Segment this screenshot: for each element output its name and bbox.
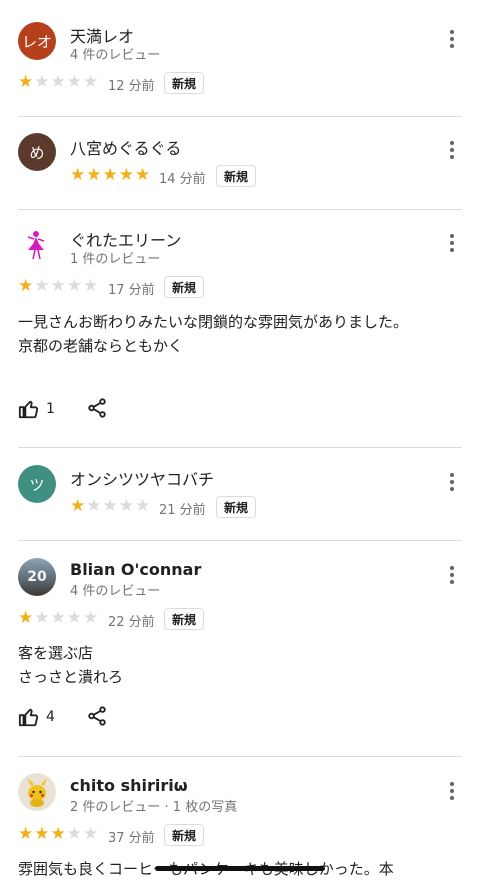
star-icon: ★ (70, 496, 86, 516)
home-indicator[interactable] (155, 866, 325, 871)
star-icon: ★ (118, 496, 134, 516)
divider (18, 209, 462, 210)
review-time: 37 分前 (108, 831, 155, 846)
star-icon: ★ (83, 276, 99, 296)
more-vert-icon[interactable] (440, 229, 464, 257)
divider (18, 447, 462, 448)
reviewer-name[interactable]: 八宮めぐるぐる (70, 135, 181, 159)
reviewer-review-count: 2 件のレビュー · 1 枚の写真 (70, 800, 238, 815)
star-rating: ★ ★ ★ ★ ★ (70, 498, 150, 515)
like-button[interactable]: 1 (18, 398, 55, 420)
reviewer-name[interactable]: Blian O'connar (70, 560, 201, 579)
more-vert-icon[interactable] (440, 561, 464, 589)
star-icon: ★ (86, 496, 102, 516)
more-vert-icon[interactable] (440, 136, 464, 164)
more-vert-icon[interactable] (440, 25, 464, 53)
new-badge: 新規 (164, 608, 205, 630)
star-icon: ★ (34, 72, 50, 92)
star-icon: ★ (83, 608, 99, 628)
star-icon: ★ (18, 608, 34, 628)
new-badge: 新規 (216, 496, 257, 518)
star-icon: ★ (118, 165, 134, 185)
reviewer-name[interactable]: chito shiririω (70, 776, 188, 795)
thumb-up-icon (18, 708, 39, 727)
review-time: 14 分前 (159, 172, 206, 187)
new-badge: 新規 (164, 72, 205, 94)
star-icon: ★ (34, 824, 50, 844)
like-count: 1 (46, 401, 55, 417)
thumb-up-icon (18, 400, 39, 419)
like-button[interactable]: 4 (18, 706, 55, 728)
star-rating: ★ ★ ★ ★ ★ (18, 74, 98, 91)
divider (18, 540, 462, 541)
avatar[interactable] (18, 226, 56, 264)
avatar[interactable]: ツ (18, 465, 56, 503)
new-badge: 新規 (164, 824, 205, 846)
review-time: 17 分前 (108, 283, 155, 298)
star-icon: ★ (50, 608, 66, 628)
avatar[interactable]: レオ (18, 22, 56, 60)
star-icon: ★ (135, 496, 151, 516)
review-time: 21 分前 (159, 503, 206, 518)
star-icon: ★ (83, 72, 99, 92)
new-badge: 新規 (216, 165, 257, 187)
star-icon: ★ (50, 72, 66, 92)
star-icon: ★ (18, 72, 34, 92)
star-rating: ★ ★ ★ ★ ★ (70, 167, 150, 184)
star-icon: ★ (66, 608, 82, 628)
star-icon: ★ (135, 165, 151, 185)
reviewer-review-count: 4 件のレビュー (70, 48, 161, 63)
more-vert-icon[interactable] (440, 468, 464, 496)
star-icon: ★ (102, 165, 118, 185)
more-vert-icon[interactable] (440, 777, 464, 805)
star-icon: ★ (18, 824, 34, 844)
reviewer-review-count: 4 件のレビュー (70, 584, 161, 599)
star-rating: ★ ★ ★ ★ ★ (18, 610, 98, 627)
star-rating: ★ ★ ★ ★ ★ (18, 278, 98, 295)
divider (18, 756, 462, 757)
avatar[interactable]: め (18, 133, 56, 171)
star-rating: ★ ★ ★ ★ ★ (18, 826, 98, 843)
star-icon: ★ (83, 824, 99, 844)
review-time: 12 分前 (108, 79, 155, 94)
star-icon: ★ (34, 608, 50, 628)
avatar[interactable]: 20 (18, 558, 56, 596)
star-icon: ★ (86, 165, 102, 185)
like-count: 4 (46, 709, 55, 725)
reviewer-name[interactable]: オンシツツヤコバチ (70, 466, 214, 490)
star-icon: ★ (66, 824, 82, 844)
avatar[interactable] (18, 773, 56, 811)
star-icon: ★ (50, 824, 66, 844)
share-icon[interactable] (86, 397, 108, 419)
divider (18, 116, 462, 117)
new-badge: 新規 (164, 276, 205, 298)
dancer-avatar-icon (27, 231, 45, 260)
pikachu-avatar-icon (27, 778, 47, 807)
review-time: 22 分前 (108, 615, 155, 630)
star-icon: ★ (102, 496, 118, 516)
star-icon: ★ (66, 276, 82, 296)
star-icon: ★ (66, 72, 82, 92)
star-icon: ★ (50, 276, 66, 296)
star-icon: ★ (34, 276, 50, 296)
review-text: 客を選ぶ店 さっさと潰れろ (18, 644, 124, 686)
share-icon[interactable] (86, 705, 108, 727)
review-text: 一見さんお断わりみたいな閉鎖的な雰囲気がありました。 京都の老舗ならともかく (18, 313, 409, 355)
star-icon: ★ (70, 165, 86, 185)
reviewer-review-count: 1 件のレビュー (70, 252, 161, 267)
star-icon: ★ (18, 276, 34, 296)
